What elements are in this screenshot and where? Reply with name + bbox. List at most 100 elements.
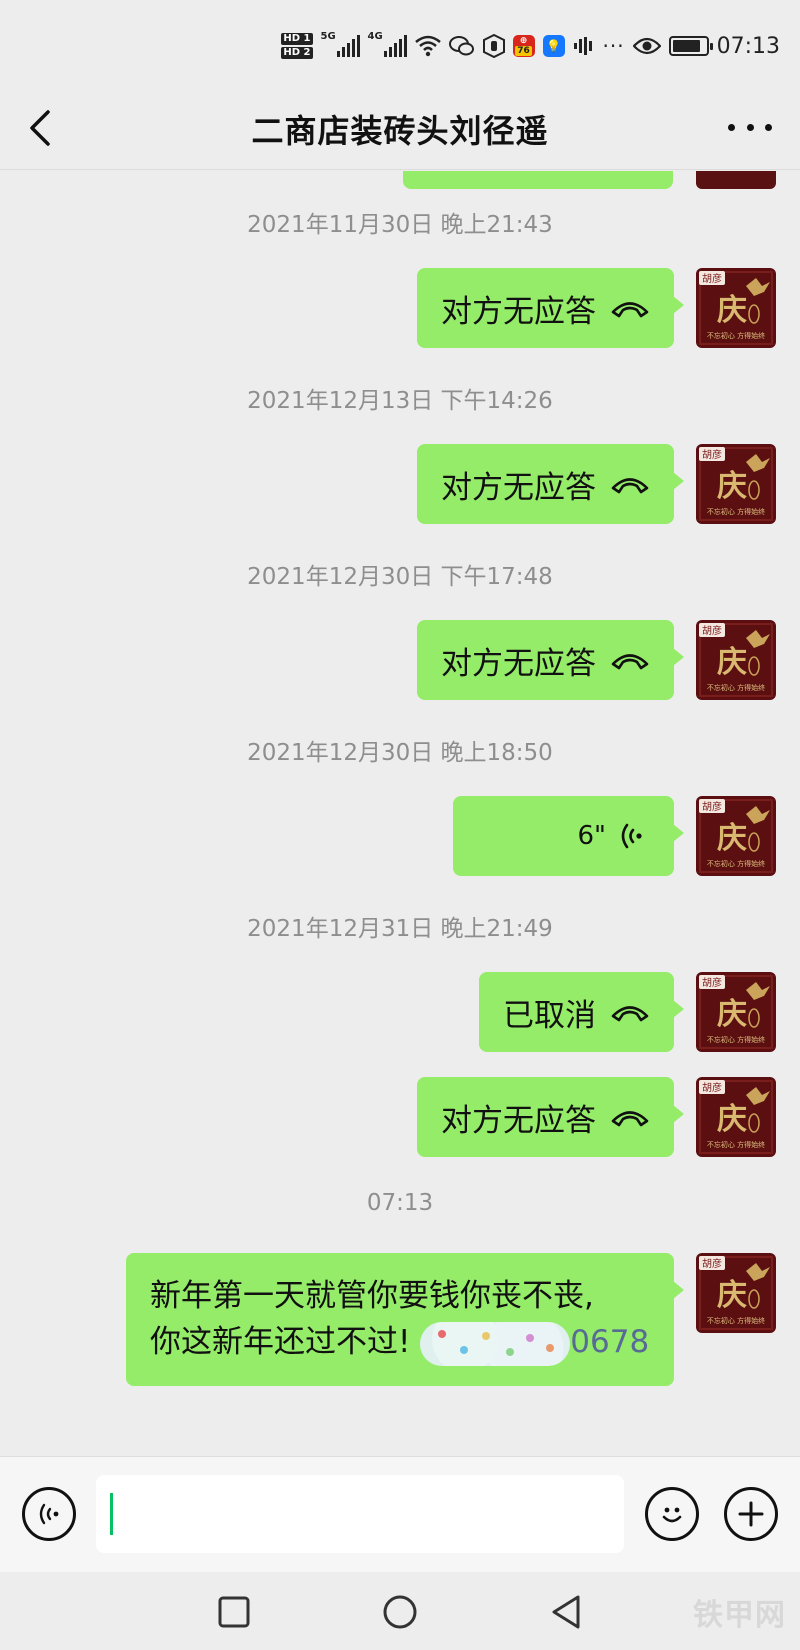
more-functions-button[interactable] [724, 1487, 778, 1541]
app-badge-icon: ⊕ 76 [512, 35, 535, 57]
hd-indicator: HD 1 HD 2 [281, 32, 313, 60]
emoji-button[interactable] [645, 1487, 699, 1541]
text-message-bubble[interactable]: 新年第一天就管你要钱你丧不丧, 你这新年还过不过! 0678 [126, 1253, 684, 1386]
timestamp: 2021年12月31日 晚上21:49 [247, 916, 553, 942]
call-message-bubble[interactable]: 已取消 [479, 972, 684, 1052]
phone-hangup-icon [611, 1111, 649, 1127]
signal-5g-label: 5G [320, 31, 336, 42]
avatar-motto: 不忘初心 方得始终 [707, 683, 765, 692]
call-status-text: 对方无应答 [441, 1102, 596, 1139]
avatar-tag: 胡彦 [702, 1081, 722, 1094]
message-line-1: 新年第一天就管你要钱你丧不丧, [150, 1278, 594, 1314]
more-options-button[interactable] [728, 112, 772, 142]
avatar[interactable]: 胡彦 庆 不忘初心 方得始终 [696, 444, 776, 524]
timestamp: 2021年12月13日 下午14:26 [247, 388, 553, 414]
signal-4g-icon: 4G [368, 31, 407, 57]
signal-5g-icon: 5G [321, 31, 360, 57]
voice-wave-icon [39, 1503, 59, 1525]
voice-input-button[interactable] [22, 1487, 76, 1541]
message-line-2-text: 你这新年还过不过! [150, 1324, 411, 1360]
system-nav-bar: 铁甲网 [0, 1572, 800, 1650]
avatar-char: 庆 [717, 997, 747, 1032]
message-list[interactable]: 2021年11月30日 晚上21:43 对方无应答 2021年12月13日 下午… [0, 171, 800, 1456]
timestamp: 2021年12月30日 晚上18:50 [247, 740, 553, 766]
message-input[interactable] [96, 1475, 624, 1553]
phone-hangup-icon [611, 654, 649, 670]
timestamp: 07:13 [366, 1190, 434, 1216]
avatar-tag: 胡彦 [702, 800, 722, 813]
tips-app-icon: 💡 [542, 35, 565, 57]
call-status-text: 对方无应答 [441, 645, 596, 682]
avatar-image: 胡彦 庆 不忘初心 方得始终 [696, 268, 776, 348]
avatar-motto: 不忘初心 方得始终 [707, 1316, 765, 1325]
signal-4g-label: 4G [367, 31, 383, 42]
avatar-char: 庆 [717, 469, 747, 504]
avatar-motto: 不忘初心 方得始终 [707, 1140, 765, 1149]
phone-hangup-icon [611, 302, 649, 318]
smiley-icon [662, 1507, 682, 1523]
avatar-image: 胡彦 庆 不忘初心 方得始终 [696, 796, 776, 876]
avatar-tag: 胡彦 [702, 448, 722, 461]
avatar-motto: 不忘初心 方得始终 [707, 507, 765, 516]
phone-hangup-icon [611, 478, 649, 494]
home-button[interactable] [382, 1594, 418, 1630]
status-bar: HD 1 HD 2 5G 4G ⊕ 76 💡 ··· 07:13 [0, 0, 800, 92]
call-message-bubble[interactable]: 对方无应答 [417, 620, 684, 700]
plus-icon [738, 1501, 764, 1527]
call-message-bubble[interactable]: 对方无应答 [417, 444, 684, 524]
hd2-label: HD 2 [281, 47, 313, 59]
avatar[interactable]: 胡彦 庆 不忘初心 方得始终 [696, 268, 776, 348]
back-nav-button[interactable] [550, 1594, 582, 1630]
more-notifications-icon: ··· [602, 34, 625, 58]
avatar[interactable]: 胡彦 庆 不忘初心 方得始终 [696, 620, 776, 700]
wechat-icon [448, 36, 474, 56]
text-caret [110, 1493, 113, 1535]
call-status-text: 已取消 [503, 997, 596, 1034]
avatar-image: 胡彦 庆 不忘初心 方得始终 [696, 620, 776, 700]
page-title: 二商店装砖头刘径遥 [251, 112, 549, 150]
timestamp: 2021年12月30日 下午17:48 [247, 564, 553, 590]
avatar-tag: 胡彦 [702, 1257, 722, 1270]
avatar-char: 庆 [717, 1102, 747, 1137]
hd1-label: HD 1 [281, 33, 313, 45]
input-toolbar [0, 1456, 800, 1572]
wifi-icon [414, 35, 441, 57]
avatar-image: 胡彦 庆 不忘初心 方得始终 [696, 1077, 776, 1157]
redacted-blur [420, 1321, 571, 1366]
avatar[interactable]: 胡彦 庆 不忘初心 方得始终 [696, 1077, 776, 1157]
timestamp: 2021年11月30日 晚上21:43 [247, 212, 553, 238]
avatar-char: 庆 [717, 821, 747, 856]
call-message-bubble[interactable]: 对方无应答 [417, 268, 684, 348]
avatar-char: 庆 [717, 293, 747, 328]
avatar-tag: 胡彦 [702, 624, 722, 637]
phone-hangup-icon [611, 1006, 649, 1022]
avatar[interactable]: 胡彦 庆 不忘初心 方得始终 [696, 796, 776, 876]
recent-apps-button[interactable] [218, 1596, 250, 1628]
avatar-motto: 不忘初心 方得始终 [707, 859, 765, 868]
message-line-2: 你这新年还过不过! 0678 [150, 1319, 650, 1366]
avatar-tag: 胡彦 [702, 272, 722, 285]
partial-avatar[interactable] [696, 171, 776, 189]
avatar-image: 胡彦 庆 不忘初心 方得始终 [696, 444, 776, 524]
phone-number-link[interactable]: 0678 [570, 1324, 649, 1360]
hand-icon [482, 34, 505, 58]
call-message-bubble[interactable]: 对方无应答 [417, 1077, 684, 1157]
watermark: 铁甲网 [693, 1598, 786, 1633]
eye-icon [632, 37, 661, 55]
status-time: 07:13 [716, 33, 780, 59]
avatar-char: 庆 [717, 1278, 747, 1313]
avatar[interactable]: 胡彦 庆 不忘初心 方得始终 [696, 972, 776, 1052]
avatar[interactable]: 胡彦 庆 不忘初心 方得始终 [696, 1253, 776, 1333]
audio-wave-icon [573, 37, 592, 55]
chat-header: 二商店装砖头刘径遥 [0, 92, 800, 170]
voice-message-bubble[interactable]: 6" [453, 796, 684, 876]
partial-message-bubble[interactable] [403, 171, 673, 189]
avatar-image: 胡彦 庆 不忘初心 方得始终 [696, 1253, 776, 1333]
status-icons: HD 1 HD 2 5G 4G ⊕ 76 💡 ··· 07:13 [281, 26, 780, 66]
call-status-text: 对方无应答 [441, 469, 596, 506]
avatar-char: 庆 [717, 645, 747, 680]
battery-icon [668, 36, 713, 56]
voice-wave-icon [621, 823, 642, 849]
avatar-image: 胡彦 庆 不忘初心 方得始终 [696, 972, 776, 1052]
call-status-text: 对方无应答 [441, 293, 596, 330]
